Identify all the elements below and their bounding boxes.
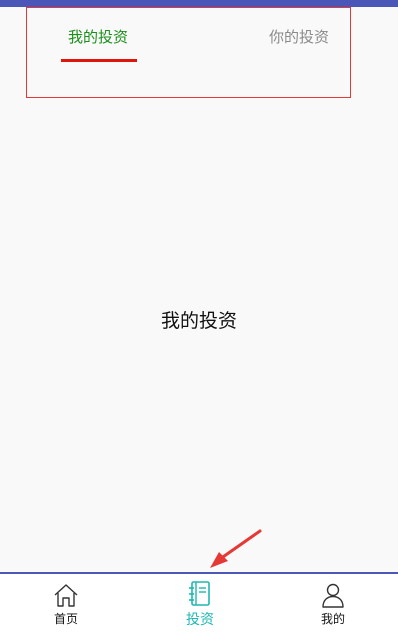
tab-your-investment[interactable]: 你的投资 [269,27,329,47]
nav-label-invest: 投资 [186,612,214,628]
nav-item-mine[interactable]: 我的 [303,582,363,627]
annotation-arrow-icon [210,529,262,568]
bottom-navigation: 首页 投资 我的 [0,572,398,634]
tab-my-investment[interactable]: 我的投资 [68,27,128,47]
top-accent-bar [0,0,398,7]
active-tab-indicator [61,59,137,62]
nav-label-home: 首页 [53,612,78,626]
home-icon [54,584,78,607]
page-content-text: 我的投资 [160,310,237,332]
user-icon [322,583,344,608]
nav-label-mine: 我的 [320,612,345,626]
nav-item-invest[interactable]: 投资 [170,580,230,629]
nav-item-home[interactable]: 首页 [36,582,96,627]
tab-bar: 我的投资 你的投资 [26,7,351,98]
notebook-icon [189,581,210,606]
